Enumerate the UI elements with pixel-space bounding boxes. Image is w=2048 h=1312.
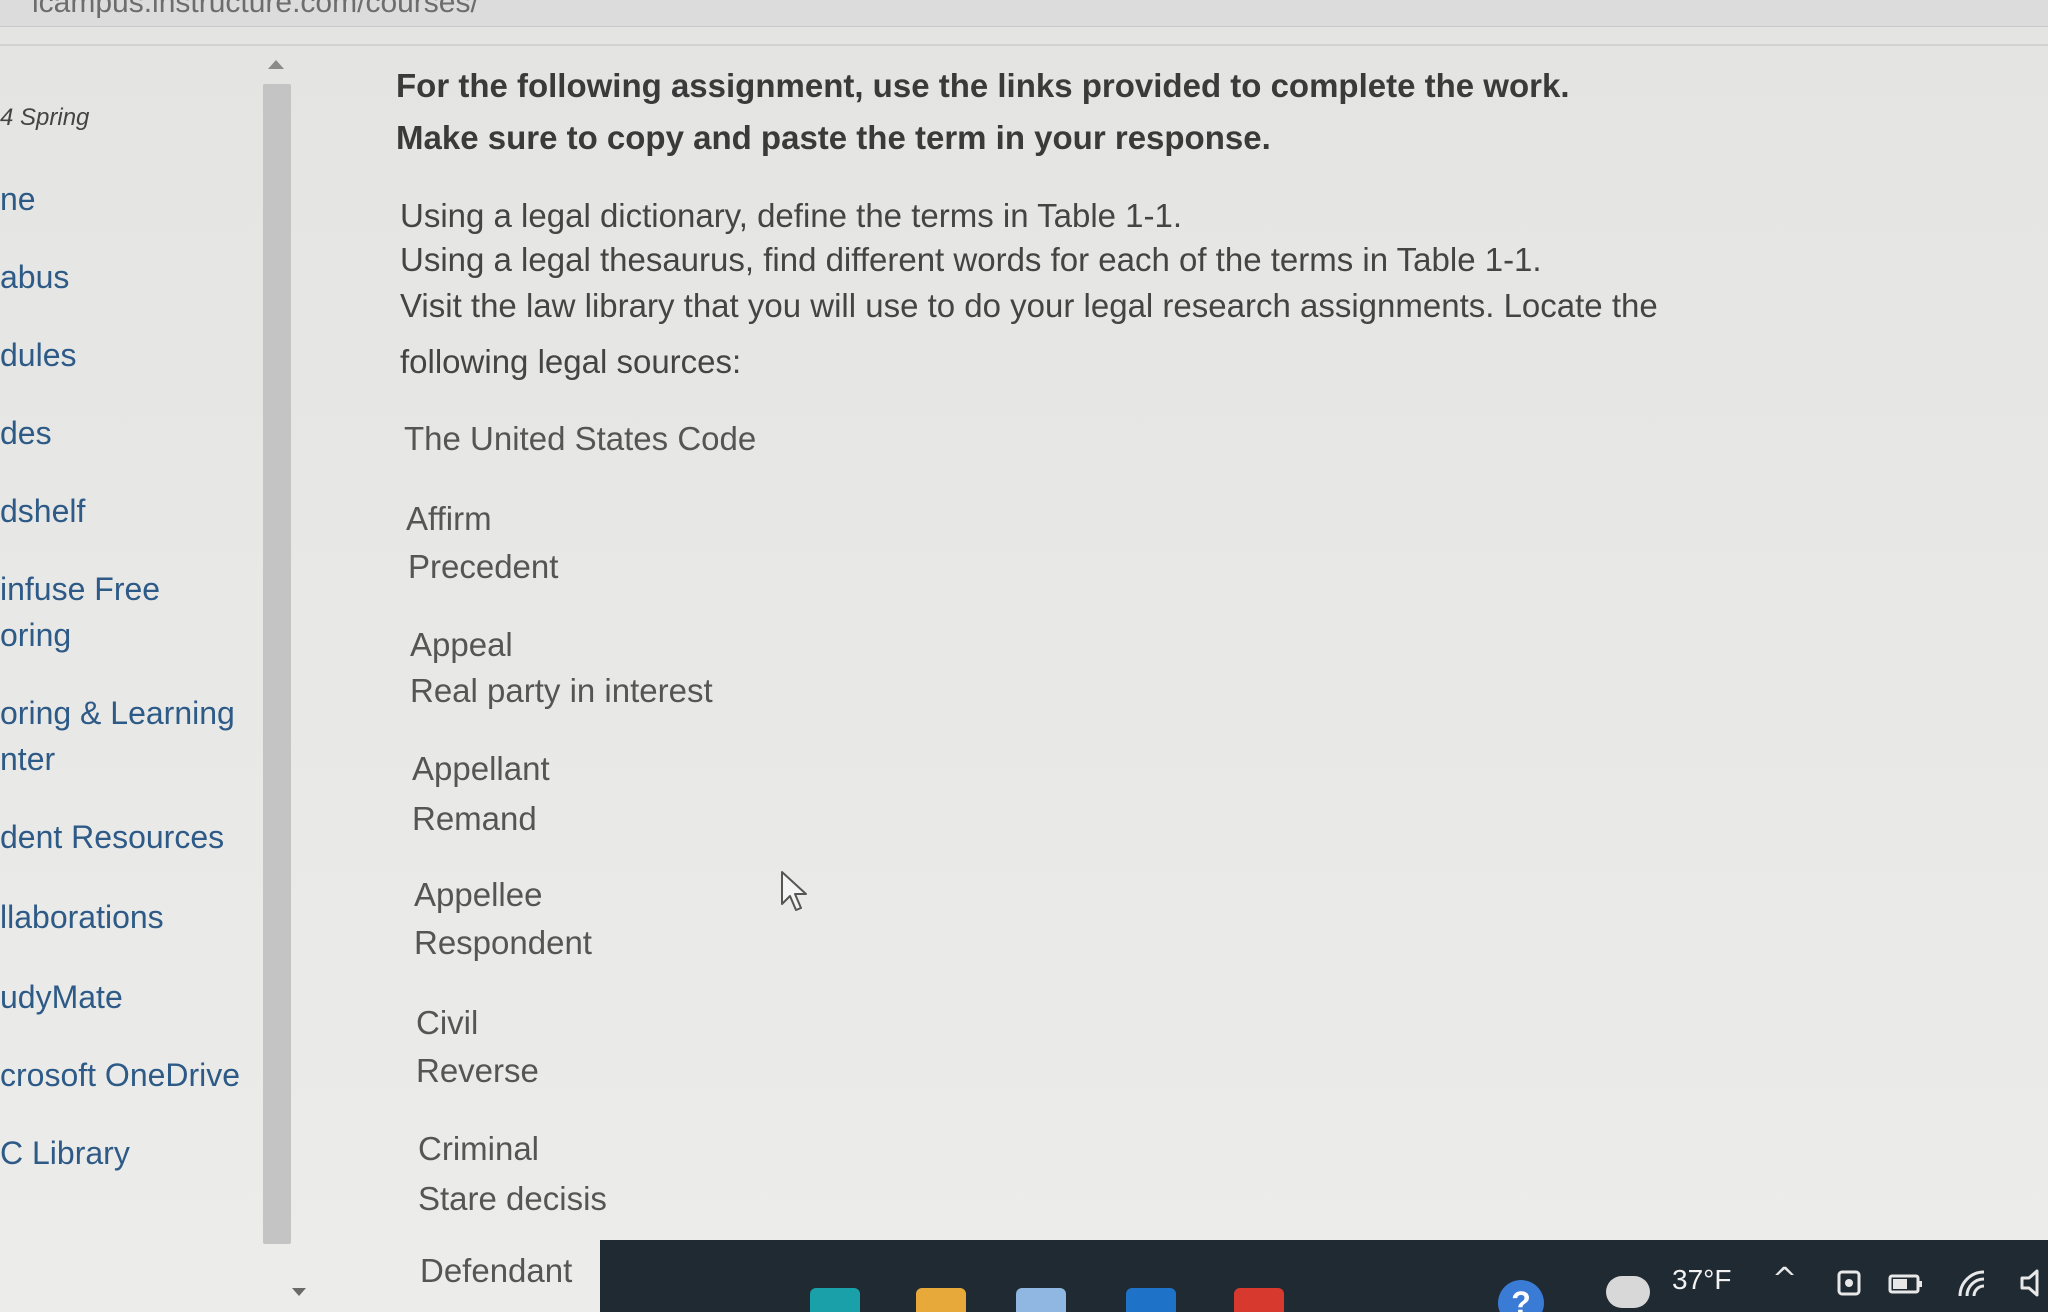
help-icon[interactable]: ? xyxy=(1498,1280,1544,1312)
chrome-icon[interactable] xyxy=(1234,1288,1284,1312)
term-item: Appellant xyxy=(412,750,550,787)
term-item: Criminal xyxy=(418,1130,540,1167)
term-item: Respondent xyxy=(414,924,592,961)
nav-item-student-resources[interactable]: dent Resources xyxy=(0,814,224,860)
nav-item-onedrive[interactable]: crosoft OneDrive xyxy=(0,1052,240,1098)
legal-source: The United States Code xyxy=(404,420,757,457)
nav-item-modules[interactable]: dules xyxy=(0,332,77,378)
nav-scrollbar[interactable] xyxy=(262,52,291,1252)
weather-temperature[interactable]: 37°F xyxy=(1672,1264,1731,1296)
weather-icon[interactable] xyxy=(1606,1276,1650,1308)
term-item: Appeal xyxy=(410,626,513,663)
nav-item-studymate[interactable]: udyMate xyxy=(0,974,123,1020)
taskbar: ? 37°F ^ xyxy=(600,1240,2048,1312)
term-item: Remand xyxy=(412,800,537,837)
nav-item-collaborations[interactable]: llaborations xyxy=(0,894,164,940)
folder-icon[interactable] xyxy=(916,1288,966,1312)
taskbar-app-icon[interactable] xyxy=(1016,1288,1066,1312)
assignment-intro: For the following assignment, use the li… xyxy=(396,67,1570,156)
nav-item-tutoring-line1[interactable]: oring & Learning xyxy=(0,690,235,736)
instruction-thesaurus: Using a legal thesaurus, find different … xyxy=(400,241,1542,278)
nav-item-redshelf[interactable]: dshelf xyxy=(0,488,85,534)
volume-icon[interactable] xyxy=(2020,1268,2048,1298)
course-term-label: 4 Spring xyxy=(0,104,90,131)
term-item: Real party in interest xyxy=(410,672,713,709)
screen: icampus.instructure.com/courses/ 4 Sprin… xyxy=(0,0,2048,1312)
course-navigation: 4 Spring ne abus dules des dshelf infuse… xyxy=(0,46,262,1312)
scroll-up-arrow-icon[interactable] xyxy=(268,60,284,69)
nav-item-syllabus[interactable]: abus xyxy=(0,254,69,300)
term-item: Defendant xyxy=(420,1252,573,1289)
nav-item-home[interactable]: ne xyxy=(0,176,36,222)
chevron-up-icon[interactable]: ^ xyxy=(1772,1262,1797,1297)
term-item: Affirm xyxy=(406,500,492,537)
nav-item-library[interactable]: C Library xyxy=(0,1130,130,1176)
nav-item-tutoring-line2[interactable]: nter xyxy=(0,736,55,782)
browser-address-bar[interactable]: icampus.instructure.com/courses/ xyxy=(0,0,2048,27)
nav-item-brainfuse-line1[interactable]: infuse Free xyxy=(0,566,160,612)
scroll-down-arrow-icon[interactable] xyxy=(292,1288,306,1296)
divider xyxy=(0,44,2048,46)
url-text[interactable]: icampus.instructure.com/courses/ xyxy=(32,0,479,20)
scroll-thumb[interactable] xyxy=(263,84,291,1244)
term-item: Civil xyxy=(416,1004,479,1041)
battery-icon[interactable] xyxy=(1888,1274,1924,1294)
instruction-library-line2: following legal sources: xyxy=(400,343,742,380)
term-item: Stare decisis xyxy=(418,1180,607,1217)
term-item: Precedent xyxy=(408,548,559,585)
instruction-library-line1: Visit the law library that you will use … xyxy=(400,287,1658,324)
taskbar-app-icon[interactable] xyxy=(810,1288,860,1312)
mouse-pointer-icon xyxy=(781,871,807,911)
nav-item-brainfuse-line2[interactable]: oring xyxy=(0,612,71,658)
taskbar-app-icon[interactable] xyxy=(1126,1288,1176,1312)
meet-now-icon[interactable] xyxy=(1836,1268,1862,1300)
term-item: Appellee xyxy=(414,876,543,913)
nav-item-grades[interactable]: des xyxy=(0,410,52,456)
instruction-dictionary: Using a legal dictionary, define the ter… xyxy=(400,197,1183,234)
wifi-icon[interactable] xyxy=(1956,1268,1988,1298)
term-item: Reverse xyxy=(416,1052,539,1089)
